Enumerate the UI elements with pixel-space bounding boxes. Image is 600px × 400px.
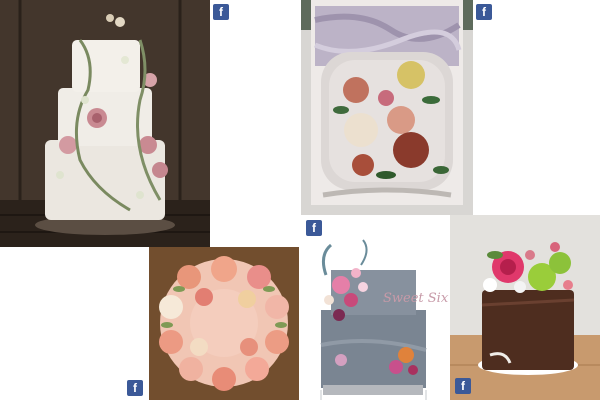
cake-photo-tile-2[interactable] (301, 0, 473, 215)
facebook-share-icon[interactable]: f (455, 378, 471, 394)
chocolate-wrap-cake-image (450, 215, 600, 400)
cake-photo-tile-1[interactable] (0, 0, 210, 247)
sweet-sixteen-cake-image: Sweet Sixteen (301, 215, 449, 400)
painted-roses-cake-image (301, 0, 473, 215)
cake-photo-tile-5[interactable] (450, 215, 600, 400)
facebook-share-icon[interactable]: f (306, 220, 322, 236)
rustic-cake-image (0, 0, 210, 247)
cake-photo-tile-3[interactable] (149, 247, 299, 400)
facebook-share-icon[interactable]: f (127, 380, 143, 396)
buttercream-wreath-cake-image (149, 247, 299, 400)
cake-topper-text: Sweet Sixteen (383, 291, 449, 306)
facebook-share-icon[interactable]: f (476, 4, 492, 20)
facebook-share-icon[interactable]: f (213, 4, 229, 20)
cake-photo-tile-4[interactable]: Sweet Sixteen (301, 215, 449, 400)
